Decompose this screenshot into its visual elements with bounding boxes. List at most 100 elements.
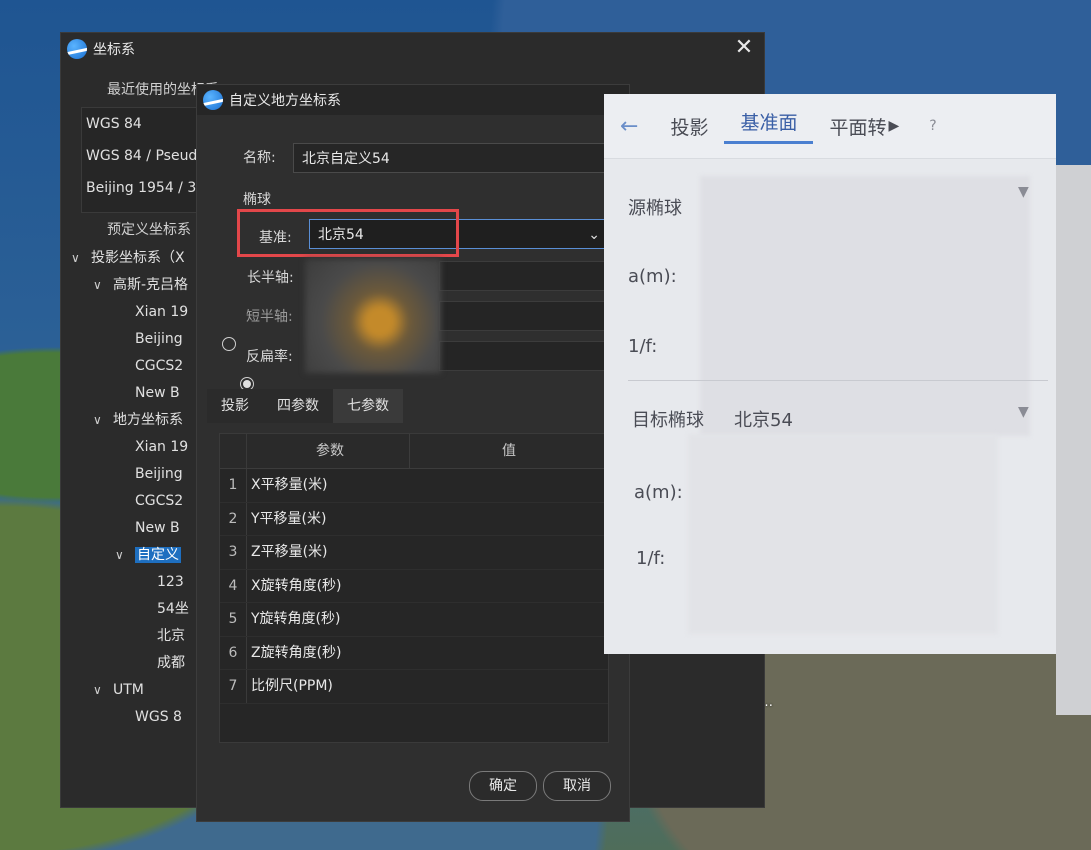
tree-item[interactable]: ∨ 高斯-克吕格 — [71, 272, 211, 299]
photo-a-label: a(m): — [628, 266, 677, 287]
semi-major-input[interactable] — [439, 261, 611, 291]
app-logo-icon — [203, 90, 223, 110]
photo-tabbar: ← 投影 基准面 平面转 ▶ ? — [604, 94, 1056, 159]
highlight-box — [237, 209, 459, 257]
row-value[interactable] — [409, 570, 608, 603]
tree-item[interactable]: 北京 — [71, 623, 211, 650]
row-index: 7 — [220, 670, 247, 703]
blurred-area — [700, 176, 1030, 436]
reference-photo: ← 投影 基准面 平面转 ▶ ? 源椭球 ▼ a(m): 1/f: 目标椭球 北… — [604, 94, 1056, 654]
tree-item-label: Xian 19 — [135, 439, 189, 455]
row-value[interactable] — [409, 603, 608, 636]
photo-f2-label: 1/f: — [636, 548, 666, 569]
table-row[interactable]: 4 X旋转角度(秒) — [220, 569, 608, 603]
tree-item[interactable]: WGS 8 — [71, 704, 211, 731]
custom-dialog-titlebar: 自定义地方坐标系 — [197, 85, 629, 115]
params-table: 参数 值 1 X平移量(米) 2 Y平移量(米) 3 Z平移量(米) 4 X旋转角度(秒) 5 Y… — [219, 433, 609, 743]
close-icon[interactable]: ✕ — [732, 37, 756, 61]
tree-item-label: Xian 19 — [135, 304, 189, 320]
semi-minor-label: 短半轴: — [246, 309, 293, 325]
tree-item[interactable]: New B — [71, 515, 211, 542]
row-value[interactable] — [409, 469, 608, 502]
chevron-down-icon: ⌄ — [588, 227, 600, 243]
header-param: 参数 — [247, 434, 410, 468]
blurred-area — [688, 434, 998, 634]
semi-minor-radio[interactable] — [222, 337, 236, 351]
row-param: Y平移量(米) — [251, 510, 327, 527]
row-param: Z平移量(米) — [251, 544, 328, 560]
tree-item[interactable]: Beijing — [71, 326, 211, 353]
tree-item-label: CGCS2 — [135, 493, 184, 509]
tree-item[interactable]: ∨ 自定义 — [71, 542, 211, 569]
app-logo-icon — [67, 39, 87, 59]
tree-item[interactable]: 成都 — [71, 650, 211, 677]
tree-item[interactable]: 54坐 — [71, 596, 211, 623]
tree-item[interactable]: CGCS2 — [71, 353, 211, 380]
tree-item-label: 自定义 — [135, 547, 181, 563]
tree-item[interactable]: Xian 19 — [71, 434, 211, 461]
chevron-down-icon[interactable]: ∨ — [93, 677, 105, 704]
table-body: 1 X平移量(米) 2 Y平移量(米) 3 Z平移量(米) 4 X旋转角度(秒) 5 Y旋转角度(… — [220, 469, 608, 704]
blurred-region — [305, 259, 441, 373]
table-row[interactable]: 1 X平移量(米) — [220, 469, 608, 503]
custom-coordinate-dialog: 自定义地方坐标系 名称: 北京自定义54 椭球 基准: 北京54 ⌄ 长半轴: … — [196, 84, 630, 822]
chevron-down-icon[interactable]: ∨ — [71, 245, 83, 272]
more-icon: ▶ — [888, 118, 900, 134]
tree-item-label: UTM — [113, 682, 144, 698]
tree-item[interactable]: Beijing — [71, 461, 211, 488]
tree-item[interactable]: ∨ 地方坐标系 — [71, 407, 211, 434]
inverse-flattening-input[interactable] — [439, 341, 611, 371]
inverse-flattening-label: 反扁率: — [246, 349, 293, 365]
table-row[interactable]: 3 Z平移量(米) — [220, 536, 608, 570]
tree-item-label: 地方坐标系 — [113, 412, 183, 428]
custom-dialog-title: 自定义地方坐标系 — [229, 93, 341, 109]
tree-item-label: 高斯-克吕格 — [113, 277, 189, 293]
tree-item[interactable]: New B — [71, 380, 211, 407]
tree-item[interactable]: ∨ UTM — [71, 677, 211, 704]
photo-dropdown-icon: ▼ — [1018, 184, 1029, 200]
row-value[interactable] — [409, 670, 608, 703]
tree-item-label: Beijing — [135, 331, 183, 347]
row-param: Y旋转角度(秒) — [251, 611, 341, 627]
tab-projection[interactable]: 投影 — [207, 389, 263, 423]
coordinate-tree: ∨ 投影坐标系（X ∨ 高斯-克吕格 Xian 19 Beijing CGCS2 New B ∨… — [71, 245, 211, 735]
photo-f-label: 1/f: — [628, 336, 658, 357]
chevron-down-icon[interactable]: ∨ — [93, 272, 105, 299]
ellipsoid-label: 椭球 — [243, 192, 271, 208]
name-label: 名称: — [243, 150, 276, 166]
row-value[interactable] — [409, 536, 608, 569]
semi-minor-input[interactable] — [439, 301, 611, 331]
tree-item[interactable]: ∨ 投影坐标系（X — [71, 245, 211, 272]
name-input[interactable]: 北京自定义54 — [293, 143, 613, 173]
tree-item[interactable]: Xian 19 — [71, 299, 211, 326]
tree-item[interactable]: CGCS2 — [71, 488, 211, 515]
tab-seven-params[interactable]: 七参数 — [333, 389, 403, 423]
row-index: 1 — [220, 469, 247, 502]
row-param: X平移量(米) — [251, 477, 328, 493]
dialog-titlebar: 坐标系 ✕ — [61, 33, 764, 65]
table-row[interactable]: 6 Z旋转角度(秒) — [220, 636, 608, 670]
chevron-down-icon[interactable]: ∨ — [93, 407, 105, 434]
tree-item-label: Beijing — [135, 466, 183, 482]
table-row[interactable]: 5 Y旋转角度(秒) — [220, 603, 608, 637]
chevron-down-icon[interactable]: ∨ — [115, 542, 127, 569]
row-value[interactable] — [409, 503, 608, 536]
tree-item[interactable]: 123 — [71, 569, 211, 596]
tab-four-params[interactable]: 四参数 — [263, 389, 333, 423]
row-param: Z旋转角度(秒) — [251, 644, 342, 661]
row-index: 2 — [220, 502, 247, 535]
photo-target-ellipsoid: 目标椭球 — [632, 410, 704, 431]
tree-item-label: CGCS2 — [135, 358, 184, 374]
tree-item-label: New B — [135, 520, 180, 536]
row-index: 6 — [220, 636, 247, 669]
table-row[interactable]: 2 Y平移量(米) — [220, 502, 608, 536]
row-param: 比例尺(PPM) — [251, 678, 333, 694]
tree-item-label: 123 — [157, 574, 184, 590]
table-row[interactable]: 7 比例尺(PPM) — [220, 670, 608, 704]
row-value[interactable] — [409, 637, 608, 670]
row-param: X旋转角度(秒) — [251, 577, 342, 594]
cancel-button[interactable]: 取消 — [543, 771, 611, 801]
ok-button[interactable]: 确定 — [469, 771, 537, 801]
row-index: 4 — [220, 569, 247, 602]
tree-item-label: 54坐 — [157, 601, 189, 617]
